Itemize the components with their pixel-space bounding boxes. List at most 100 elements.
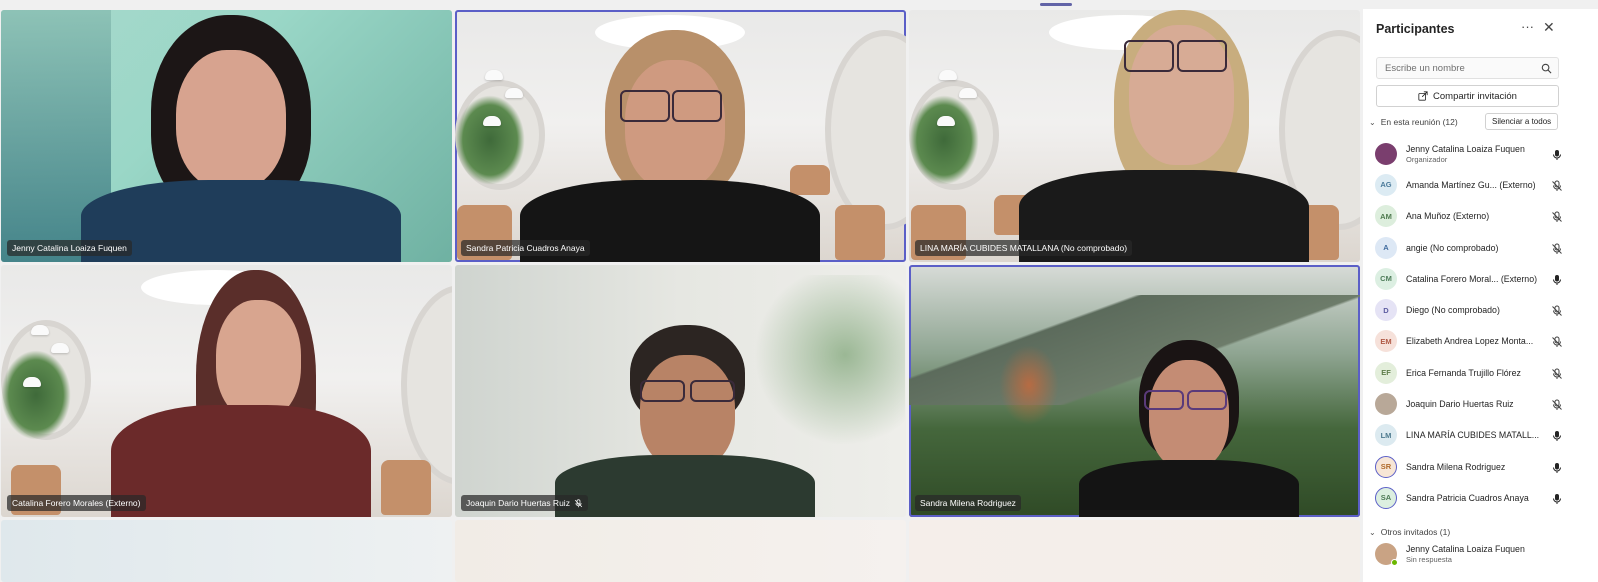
participant-name: Jenny Catalina Loaiza Fuquen xyxy=(1406,143,1525,154)
status-badge xyxy=(1391,559,1398,566)
participant-name: Sandra Milena Rodriguez xyxy=(1406,461,1506,472)
participant-video xyxy=(1079,340,1299,517)
participant-info: angie (No comprobado) xyxy=(1406,243,1551,253)
participant-list: Jenny Catalina Loaiza Fuquen Organizador A… xyxy=(1373,138,1565,514)
mic-off-icon xyxy=(1551,335,1563,348)
participant-info: Ana Muñoz (Externo) xyxy=(1406,211,1551,221)
mic-on-icon xyxy=(1551,273,1563,285)
video-tile[interactable] xyxy=(455,520,906,582)
participant-video xyxy=(81,15,401,262)
participant-name: LINA MARÍA CUBIDES MATALL... xyxy=(1406,430,1540,441)
participant-name-tag: Sandra Patricia Cuadros Anaya xyxy=(461,240,590,256)
list-item[interactable]: EM Elizabeth Andrea Lopez Monta... xyxy=(1373,326,1565,357)
list-item[interactable]: EF Erica Fernanda Trujillo Flórez xyxy=(1373,357,1565,388)
chevron-down-icon: ⌄ xyxy=(1369,117,1376,127)
in-meeting-label: En esta reunión (12) xyxy=(1380,117,1458,127)
active-view-indicator xyxy=(1040,3,1072,6)
participant-info: Diego (No comprobado) xyxy=(1406,305,1551,315)
avatar: EM xyxy=(1375,330,1397,353)
close-icon[interactable]: ✕ xyxy=(1543,19,1555,36)
panel-title: Participantes xyxy=(1376,22,1455,36)
list-item[interactable]: LM LINA MARÍA CUBIDES MATALL... xyxy=(1373,420,1565,451)
participant-name-tag: Catalina Forero Morales (Externo) xyxy=(7,495,146,511)
avatar xyxy=(1375,543,1398,566)
participant-name: Diego (No comprobado) xyxy=(1406,305,1500,316)
list-item[interactable]: D Diego (No comprobado) xyxy=(1373,294,1565,325)
avatar: D xyxy=(1375,299,1397,322)
participant-name: Sandra Patricia Cuadros Anaya xyxy=(466,243,585,253)
participant-name-tag: Joaquin Dario Huertas Ruiz xyxy=(461,495,588,511)
participant-info: Catalina Forero Moral... (Externo) xyxy=(1406,274,1551,284)
list-item[interactable]: Jenny Catalina Loaiza Fuquen Sin respues… xyxy=(1373,539,1565,569)
search-input[interactable] xyxy=(1377,58,1527,79)
participant-name: Amanda Martínez Gu... (Externo) xyxy=(1406,179,1536,190)
participant-name: Catalina Forero Morales (Externo) xyxy=(12,498,141,508)
list-item[interactable]: SR Sandra Milena Rodriguez xyxy=(1373,451,1565,482)
avatar: EF xyxy=(1375,361,1397,384)
list-item[interactable]: AM Ana Muñoz (Externo) xyxy=(1373,201,1565,232)
list-item[interactable]: CM Catalina Forero Moral... (Externo) xyxy=(1373,263,1565,294)
video-tile[interactable]: LINA MARÍA CUBIDES MATALLANA (No comprob… xyxy=(909,10,1360,262)
video-tile[interactable]: Jenny Catalina Loaiza Fuquen xyxy=(1,10,452,262)
list-item[interactable]: Joaquin Dario Huertas Ruiz xyxy=(1373,388,1565,419)
participant-name: Catalina Forero Moral... (Externo) xyxy=(1406,273,1538,284)
participant-video xyxy=(520,30,820,262)
mic-off-icon xyxy=(1551,367,1563,379)
avatar: AM xyxy=(1375,205,1397,228)
participant-name: Erica Fernanda Trujillo Flórez xyxy=(1406,367,1521,378)
participant-name: Elizabeth Andrea Lopez Monta... xyxy=(1406,336,1534,347)
participant-status: Sin respuesta xyxy=(1406,555,1452,564)
list-item[interactable]: SA Sandra Patricia Cuadros Anaya xyxy=(1373,482,1565,513)
participant-name-tag: Jenny Catalina Loaiza Fuquen xyxy=(7,240,132,256)
mic-off-icon xyxy=(1551,242,1563,254)
video-tile[interactable] xyxy=(909,520,1360,582)
list-item[interactable]: Jenny Catalina Loaiza Fuquen Organizador xyxy=(1373,138,1565,169)
participant-video xyxy=(111,270,371,517)
list-item[interactable]: AG Amanda Martínez Gu... (Externo) xyxy=(1373,169,1565,200)
share-icon xyxy=(1418,91,1428,101)
in-meeting-section-toggle[interactable]: ⌄ En esta reunión (12) xyxy=(1369,117,1458,127)
participant-name: Joaquin Dario Huertas Ruiz xyxy=(466,498,570,508)
video-tile[interactable]: Sandra Patricia Cuadros Anaya xyxy=(455,10,906,262)
avatar: LM xyxy=(1375,424,1397,447)
participant-name: Sandra Milena Rodriguez xyxy=(920,498,1016,508)
chevron-down-icon: ⌄ xyxy=(1369,527,1376,537)
participant-name: Ana Muñoz (Externo) xyxy=(1406,211,1490,222)
participant-name: Jenny Catalina Loaiza Fuquen xyxy=(1406,544,1525,554)
mic-on-icon xyxy=(1551,492,1563,504)
mic-off-icon xyxy=(1551,398,1563,411)
participant-info: Jenny Catalina Loaiza Fuquen Sin respues… xyxy=(1406,544,1565,564)
participant-name: angie (No comprobado) xyxy=(1406,242,1499,253)
other-invited-label: Otros invitados (1) xyxy=(1380,527,1451,537)
mic-on-icon xyxy=(1551,148,1563,160)
video-tile[interactable]: Sandra Milena Rodriguez xyxy=(909,265,1360,517)
avatar: A xyxy=(1375,236,1397,259)
video-tile[interactable]: Joaquin Dario Huertas Ruiz xyxy=(455,265,906,517)
participant-name: Sandra Patricia Cuadros Anaya xyxy=(1406,492,1529,503)
list-item[interactable]: Aangie (No comprobado) xyxy=(1373,232,1565,263)
mic-on-icon xyxy=(1551,429,1563,442)
avatar: SA xyxy=(1375,486,1397,509)
video-tile[interactable]: Catalina Forero Morales (Externo) xyxy=(1,265,452,517)
avatar: CM xyxy=(1375,267,1397,290)
participant-info: Erica Fernanda Trujillo Flórez xyxy=(1406,368,1551,378)
mic-off-icon xyxy=(1551,304,1563,317)
participant-info: Joaquin Dario Huertas Ruiz xyxy=(1406,399,1551,409)
participant-info: Jenny Catalina Loaiza Fuquen Organizador xyxy=(1406,144,1551,164)
avatar xyxy=(1375,142,1397,165)
participant-info: Sandra Patricia Cuadros Anaya xyxy=(1406,493,1551,503)
mic-off-icon xyxy=(1551,210,1563,223)
other-invited-section-toggle[interactable]: ⌄ Otros invitados (1) xyxy=(1369,527,1450,537)
participant-name-tag: LINA MARÍA CUBIDES MATALLANA (No comprob… xyxy=(915,240,1133,256)
video-tile[interactable] xyxy=(1,520,452,582)
mute-all-button[interactable]: Silenciar a todos xyxy=(1485,113,1559,130)
teams-meeting-window: Jenny Catalina Loaiza Fuquen Sandra Patr… xyxy=(0,0,1598,582)
participant-role: Organizador xyxy=(1406,154,1448,164)
participant-info: Elizabeth Andrea Lopez Monta... xyxy=(1406,336,1551,346)
share-invite-button[interactable]: Compartir invitación xyxy=(1376,85,1559,107)
search-icon[interactable] xyxy=(1541,63,1552,74)
more-options-icon[interactable]: ··· xyxy=(1521,19,1534,34)
participant-name: Jenny Catalina Loaiza Fuquen xyxy=(12,243,127,253)
participant-info: Amanda Martínez Gu... (Externo) xyxy=(1406,180,1551,190)
search-input-wrapper xyxy=(1376,57,1559,79)
